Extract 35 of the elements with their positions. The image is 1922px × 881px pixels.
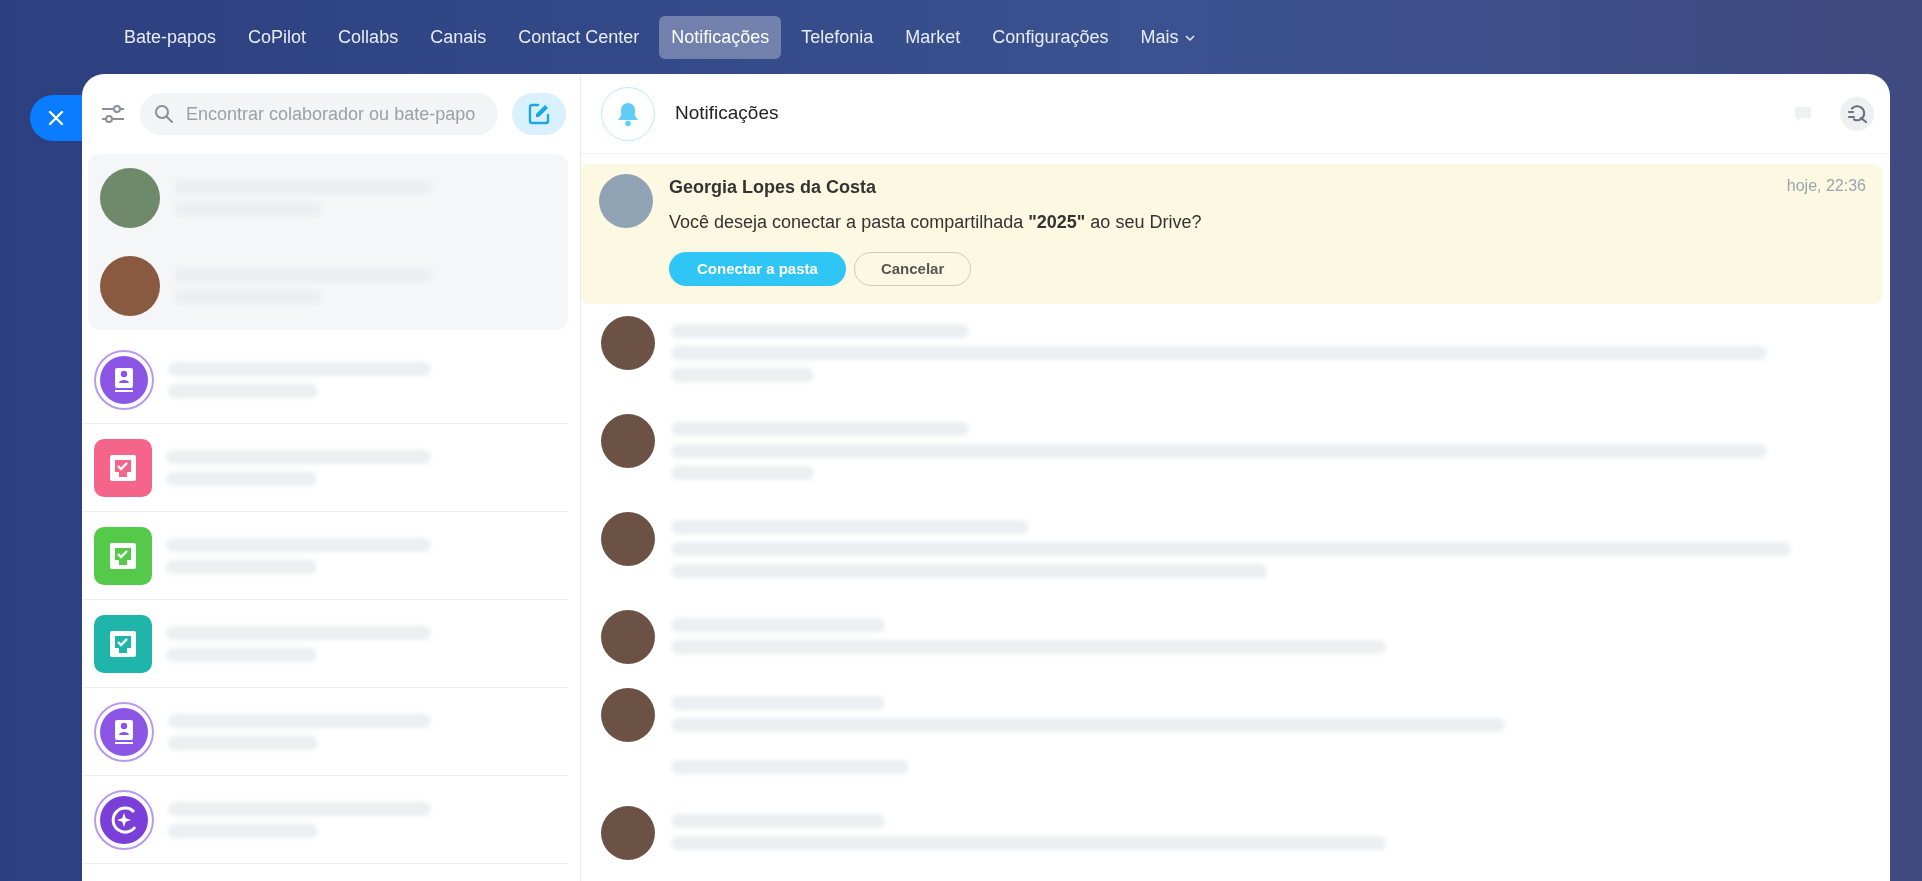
sender-name: Georgia Lopes da Costa — [669, 176, 877, 199]
search-bar[interactable]: Encontrar colaborador ou bate-papo — [140, 93, 498, 135]
nav-tab[interactable]: Collabs — [326, 15, 411, 59]
task-icon — [108, 452, 138, 483]
search-icon — [154, 104, 174, 124]
task-icon — [108, 540, 138, 571]
photo-placeholder — [601, 316, 655, 370]
photo-placeholder — [601, 688, 655, 742]
nav-tab[interactable]: CoPilot — [236, 15, 319, 59]
nav-tab[interactable]: Canais — [418, 15, 499, 59]
nav-tab[interactable]: Bate-papos — [112, 15, 229, 59]
search-button[interactable] — [1840, 96, 1874, 131]
task-icon — [108, 628, 138, 659]
timestamp: hoje, 22:36 — [1786, 176, 1866, 196]
nav-tab[interactable]: Configurações — [980, 15, 1121, 59]
photo-placeholder — [601, 806, 655, 860]
edit-icon — [527, 102, 551, 126]
nav-tab[interactable]: Telefonia — [789, 15, 886, 59]
chat-title: Notificações — [675, 101, 780, 126]
search-list-icon — [1846, 103, 1868, 124]
nav-tab[interactable]: Mais — [1128, 15, 1209, 59]
nav-tab[interactable]: Market — [893, 15, 973, 59]
new-chat-button[interactable] — [512, 93, 566, 135]
bell-icon — [616, 100, 640, 127]
search-field[interactable]: Encontrar colaborador ou bate-papo — [184, 99, 484, 129]
photo-placeholder — [601, 610, 655, 664]
caret-icon — [1184, 33, 1197, 42]
close-icon — [48, 110, 64, 126]
close-button[interactable] — [30, 95, 82, 141]
photo-placeholder — [601, 512, 655, 566]
notification-text: Você deseja conectar a pasta compartilhada "2025" ao seu Drive? — [669, 211, 1203, 234]
photo-placeholder — [601, 414, 655, 468]
nav-tab[interactable]: Contact Center — [506, 15, 652, 59]
nav-tab[interactable]: Notificações — [659, 15, 782, 59]
photo-placeholder — [599, 174, 653, 228]
